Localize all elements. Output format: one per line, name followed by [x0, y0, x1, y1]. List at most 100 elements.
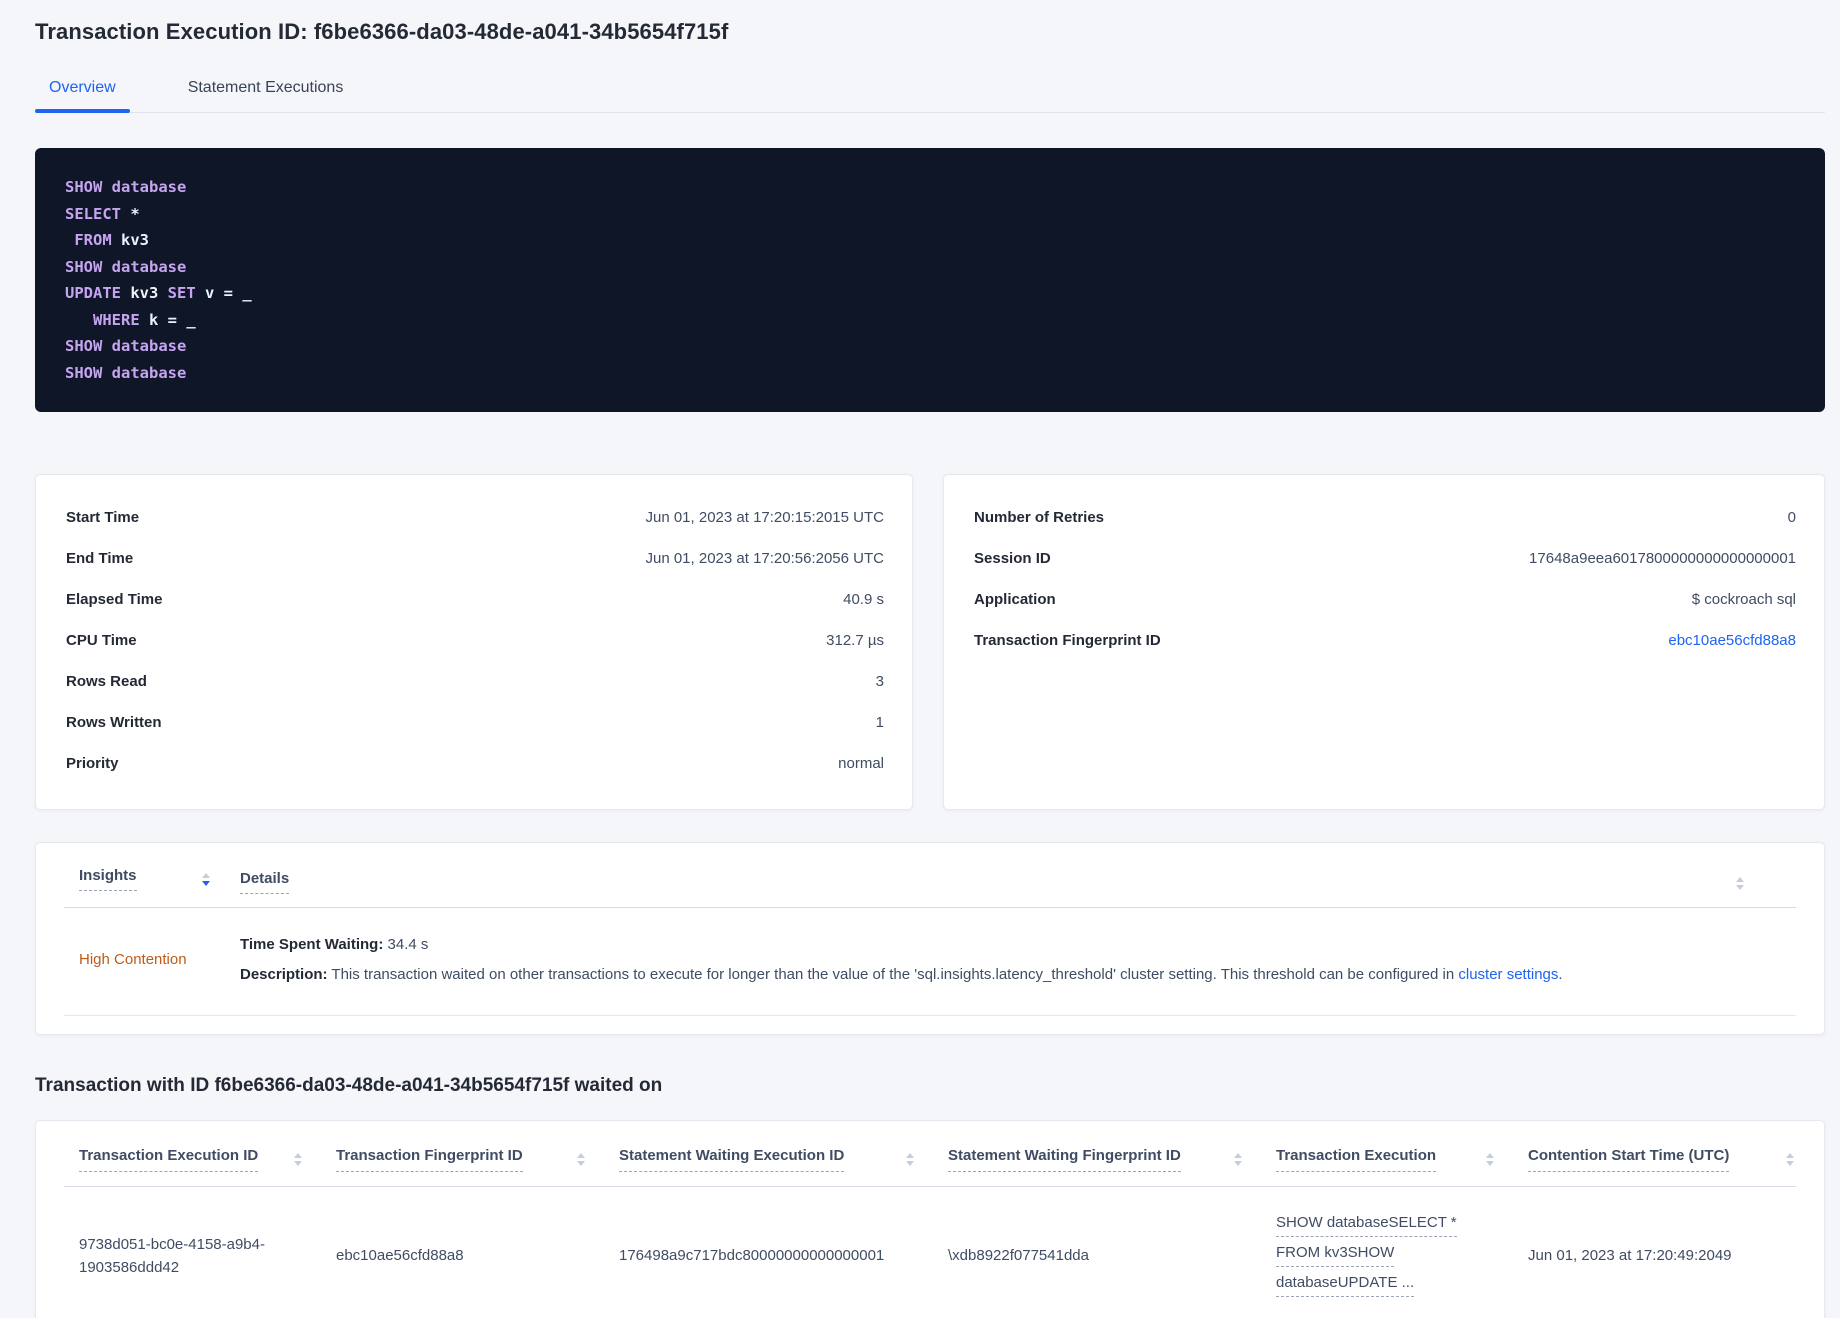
description-label: Description:	[240, 966, 328, 984]
sort-up-icon	[294, 1152, 302, 1158]
transaction-fingerprint-id-cell: ebc10ae56cfd88a8	[336, 1247, 464, 1265]
sort-arrows-extra[interactable]	[1736, 876, 1744, 890]
sql-keyword: SELECT	[65, 204, 121, 223]
column-header-cell: Transaction Execution	[1276, 1147, 1528, 1172]
summary-row-rows-written: Rows Written 1	[66, 702, 884, 743]
transaction-execution-truncated-text[interactable]: SHOW databaseSELECT *	[1276, 1211, 1457, 1237]
summary-row-priority: Priority normal	[66, 743, 884, 784]
sort-up-icon	[1736, 876, 1744, 882]
column-header-statement-waiting-fingerprint-id[interactable]: Statement Waiting Fingerprint ID	[948, 1147, 1181, 1172]
column-header-cell: Transaction Execution ID	[64, 1147, 336, 1172]
summary-row-transaction-fingerprint-id: Transaction Fingerprint ID ebc10ae56cfd88…	[974, 620, 1796, 661]
summary-value-application: $ cockroach sql	[1691, 591, 1796, 608]
summary-label-transaction-fingerprint-id: Transaction Fingerprint ID	[974, 632, 1161, 649]
waited-on-table-row: 9738d051-bc0e-4158-a9b4-1903586ddd42 ebc1…	[64, 1187, 1796, 1318]
column-header-transaction-fingerprint-id[interactable]: Transaction Fingerprint ID	[336, 1147, 523, 1172]
column-header-cell: Statement Waiting Execution ID	[619, 1147, 948, 1172]
sort-arrows[interactable]	[577, 1152, 585, 1166]
time-spent-waiting-label: Time Spent Waiting:	[240, 936, 384, 954]
summary-label-rows-written: Rows Written	[66, 714, 162, 731]
summary-label-rows-read: Rows Read	[66, 673, 147, 690]
summary-row-rows-read: Rows Read 3	[66, 661, 884, 702]
insight-cell: High Contention	[64, 951, 240, 969]
summary-row-elapsed-time: Elapsed Time 40.9 s	[66, 579, 884, 620]
sql-text: kv3	[111, 231, 149, 249]
sort-up-icon	[202, 872, 210, 878]
sql-keyword: SHOW database	[65, 257, 187, 276]
summary-row-number-of-retries: Number of Retries 0	[974, 497, 1796, 538]
contention-start-time-cell: Jun 01, 2023 at 17:20:49:2049	[1528, 1247, 1732, 1265]
tab-statement-executions[interactable]: Statement Executions	[174, 73, 358, 112]
sort-down-icon	[906, 1160, 914, 1166]
sort-down-icon	[1736, 884, 1744, 890]
sort-down-icon	[202, 880, 210, 886]
insights-column-header[interactable]: Insights	[79, 867, 137, 892]
column-header-cell: Transaction Fingerprint ID	[336, 1147, 619, 1172]
sort-arrows[interactable]	[1486, 1152, 1494, 1166]
waited-on-title: Transaction with ID f6be6366-da03-48de-a…	[35, 1075, 663, 1097]
cluster-settings-link[interactable]: cluster settings	[1458, 966, 1558, 983]
sql-keyword: SET	[167, 284, 196, 302]
sql-text: v = _	[195, 284, 252, 302]
summary-row-end-time: End Time Jun 01, 2023 at 17:20:56:2056 UT…	[66, 538, 884, 579]
transaction-execution-truncated-text[interactable]: FROM kv3SHOW	[1276, 1241, 1395, 1267]
summary-label-number-of-retries: Number of Retries	[974, 509, 1105, 526]
summary-row-application: Application $ cockroach sql	[974, 579, 1796, 620]
transaction-execution-cell: SHOW databaseSELECT * FROM kv3SHOW databas…	[1276, 1211, 1528, 1302]
sql-line: SHOW database	[65, 360, 1795, 387]
summary-label-start-time: Start Time	[66, 509, 140, 526]
sort-down-icon	[1486, 1160, 1494, 1166]
sort-arrows[interactable]	[294, 1152, 302, 1166]
sort-arrows-insights[interactable]	[202, 872, 210, 886]
insights-table-card: Insights Details High Contention Time Sp…	[35, 842, 1825, 1036]
description-text: This transaction waited on other transac…	[327, 966, 1459, 984]
summary-card-session: Number of Retries 0 Session ID 17648a9eea60…	[943, 474, 1825, 810]
insights-header-cell: Insights	[64, 867, 240, 892]
sort-up-icon	[906, 1152, 914, 1158]
summary-label-application: Application	[974, 591, 1056, 608]
details-column-header[interactable]: Details	[240, 870, 290, 895]
sql-keyword: WHERE	[65, 310, 140, 329]
transaction-fingerprint-link[interactable]: ebc10ae56cfd88a8	[1668, 632, 1796, 649]
insight-row: High Contention Time Spent Waiting: 34.4…	[64, 908, 1796, 1017]
column-header-cell: Contention Start Time (UTC)	[1528, 1147, 1796, 1172]
transaction-details-page: Transaction Execution ID: f6be6366-da03-…	[0, 0, 1840, 1318]
tab-overview[interactable]: Overview	[35, 73, 130, 113]
time-spent-waiting-value: 34.4 s	[383, 936, 429, 954]
sort-up-icon	[577, 1152, 585, 1158]
summary-label-elapsed-time: Elapsed Time	[66, 591, 163, 608]
column-header-transaction-execution[interactable]: Transaction Execution	[1276, 1147, 1437, 1172]
statement-waiting-fingerprint-id-cell: \xdb8922f077541dda	[948, 1247, 1089, 1265]
summary-value-priority: normal	[838, 755, 884, 772]
insight-details-cell: Time Spent Waiting: 34.4 s Description: …	[240, 934, 1736, 985]
summary-value-elapsed-time: 40.9 s	[843, 591, 884, 608]
summary-value-end-time: Jun 01, 2023 at 17:20:56:2056 UTC	[645, 550, 884, 567]
column-header-transaction-execution-id[interactable]: Transaction Execution ID	[79, 1147, 259, 1172]
sql-line: SELECT *	[65, 201, 1795, 228]
transaction-execution-id-cell: 9738d051-bc0e-4158-a9b4-1903586ddd42	[79, 1235, 265, 1276]
sort-up-icon	[1786, 1152, 1794, 1158]
sql-line: WHERE k = _	[65, 307, 1795, 334]
sort-arrows[interactable]	[1234, 1152, 1242, 1166]
sort-down-icon	[1234, 1160, 1242, 1166]
sql-keyword: SHOW database	[65, 178, 187, 196]
sql-text: k = _	[139, 310, 196, 329]
summary-value-cpu-time: 312.7 µs	[826, 632, 884, 649]
sql-keyword: SHOW database	[65, 337, 187, 355]
waited-on-table-card: Transaction Execution ID Transaction Fing…	[35, 1120, 1825, 1318]
insights-table-header: Insights Details	[64, 843, 1796, 909]
summary-value-session-id: 17648a9eea6017800000000000000001	[1529, 550, 1796, 567]
page-title: Transaction Execution ID: f6be6366-da03-…	[35, 19, 729, 44]
sort-arrows[interactable]	[906, 1152, 914, 1166]
summary-value-rows-written: 1	[875, 714, 884, 731]
column-header-cell: Statement Waiting Fingerprint ID	[948, 1147, 1276, 1172]
column-header-contention-start-time-utc-[interactable]: Contention Start Time (UTC)	[1528, 1147, 1730, 1172]
tab-bar: Overview Statement Executions	[35, 73, 1825, 113]
sql-keyword: FROM	[65, 231, 112, 249]
sort-down-icon	[1786, 1160, 1794, 1166]
column-header-statement-waiting-execution-id[interactable]: Statement Waiting Execution ID	[619, 1147, 845, 1172]
sort-arrows[interactable]	[1786, 1152, 1794, 1166]
sort-up-icon	[1234, 1152, 1242, 1158]
sql-text: *	[121, 204, 140, 223]
transaction-execution-truncated-text[interactable]: databaseUPDATE ...	[1276, 1271, 1415, 1298]
